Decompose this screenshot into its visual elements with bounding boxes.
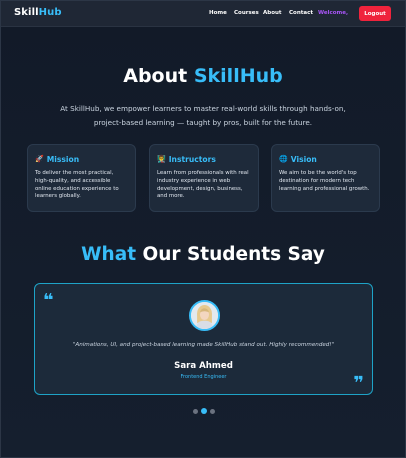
vision-card-heading: Vision — [290, 155, 317, 164]
avatar — [189, 300, 220, 331]
testimonial-role: Frontend Engineer — [180, 374, 227, 380]
testimonials-title-highlight: What — [81, 244, 137, 265]
instructors-card-text: Learn from professionals with real indus… — [157, 170, 249, 200]
globe-icon: 🌐 — [279, 155, 288, 163]
mission-card: 🚀 Mission To deliver the most practical,… — [27, 144, 136, 212]
testimonial-quote: "Animations, UI, and project-based learn… — [72, 342, 335, 348]
vision-card-text: We aim to be the world's top destination… — [279, 170, 370, 192]
logo-text-skill: Skill — [14, 7, 39, 18]
navbar: SkillHub Home Courses About Contact Welc… — [1, 1, 405, 27]
quote-open-icon: ❝ — [43, 290, 54, 311]
carousel-dot-2[interactable] — [201, 408, 207, 414]
carousel-dot-1[interactable] — [193, 408, 198, 414]
avatar-portrait — [191, 302, 218, 329]
logout-button[interactable]: Logout — [359, 6, 391, 21]
testimonial-card: ❝ "Animations, UI, and project-based lea… — [34, 283, 373, 395]
instructors-card: 👨‍🏫 Instructors Learn from professionals… — [149, 144, 259, 212]
quote-close-icon: ❞ — [353, 373, 364, 394]
vision-card-title: 🌐 Vision — [279, 155, 379, 164]
testimonial-name: Sara Ahmed — [174, 361, 233, 371]
nav-link-home[interactable]: Home — [209, 10, 227, 16]
instructors-card-title: 👨‍🏫 Instructors — [157, 155, 258, 164]
mission-card-title: 🚀 Mission — [35, 155, 135, 164]
rocket-icon: 🚀 — [35, 155, 44, 163]
mission-card-heading: Mission — [46, 155, 80, 164]
nav-link-about[interactable]: About — [263, 10, 282, 16]
nav-link-contact[interactable]: Contact — [289, 10, 313, 16]
page: SkillHub Home Courses About Contact Welc… — [0, 0, 406, 458]
about-title-prefix: About — [123, 65, 188, 87]
testimonials-title: What Our Students Say — [1, 244, 405, 265]
mission-card-text: To deliver the most practical, high-qual… — [35, 170, 119, 200]
about-title: About SkillHub — [1, 65, 405, 87]
about-title-highlight: SkillHub — [193, 65, 283, 87]
nav-link-courses[interactable]: Courses — [234, 10, 259, 16]
carousel-dots — [193, 408, 215, 414]
testimonials-title-rest: Our Students Say — [142, 244, 325, 265]
welcome-text: Welcome, — [318, 10, 349, 16]
logo[interactable]: SkillHub — [14, 7, 62, 18]
logo-text-hub: Hub — [38, 7, 62, 18]
vision-card: 🌐 Vision We aim to be the world's top de… — [271, 144, 380, 212]
about-description: At SkillHub, we empower learners to mast… — [60, 104, 346, 127]
carousel-dot-3[interactable] — [210, 408, 215, 414]
instructors-card-heading: Instructors — [168, 155, 216, 164]
teacher-icon: 👨‍🏫 — [157, 155, 166, 163]
